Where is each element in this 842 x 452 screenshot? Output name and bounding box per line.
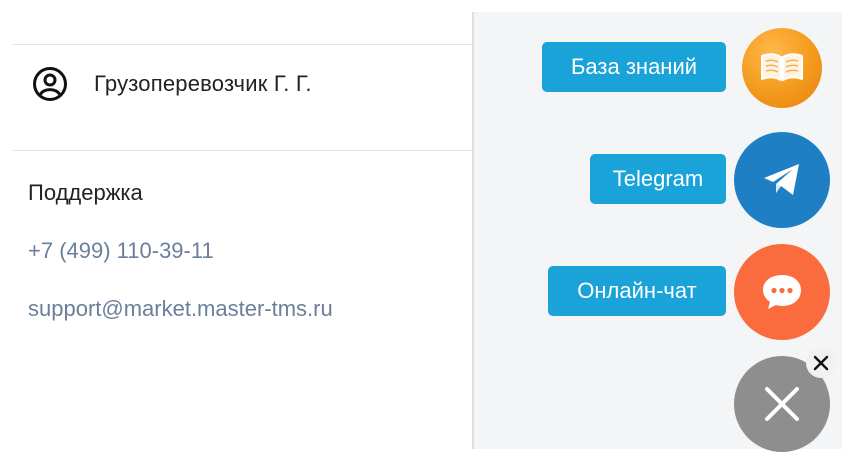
close-icon [765, 387, 799, 421]
telegram-button[interactable] [734, 132, 830, 228]
support-heading: Поддержка [28, 180, 143, 205]
account-panel: Грузоперевозчик Г. Г. Поддержка +7 (499)… [0, 0, 472, 449]
telegram-plane-icon [764, 164, 799, 195]
support-phone-link[interactable]: +7 (499) 110-39-11 [28, 238, 214, 264]
online-chat-label[interactable]: Онлайн-чат [548, 266, 726, 316]
divider-middle [12, 150, 472, 151]
divider-top [12, 44, 472, 45]
chat-bubble-icon [763, 275, 801, 309]
telegram-label[interactable]: Telegram [590, 154, 726, 204]
user-profile[interactable]: Грузоперевозчик Г. Г. [32, 66, 312, 102]
knowledge-base-label[interactable]: База знаний [542, 42, 726, 92]
support-email-link[interactable]: support@market.master-tms.ru [28, 296, 333, 322]
user-circle-icon [33, 67, 67, 101]
online-chat-button[interactable] [734, 244, 830, 340]
book-icon [761, 53, 803, 81]
user-name: Грузоперевозчик Г. Г. [94, 71, 312, 96]
knowledge-base-button[interactable] [742, 28, 822, 108]
dismiss-widget-button[interactable] [806, 348, 836, 378]
small-close-icon [813, 355, 829, 371]
